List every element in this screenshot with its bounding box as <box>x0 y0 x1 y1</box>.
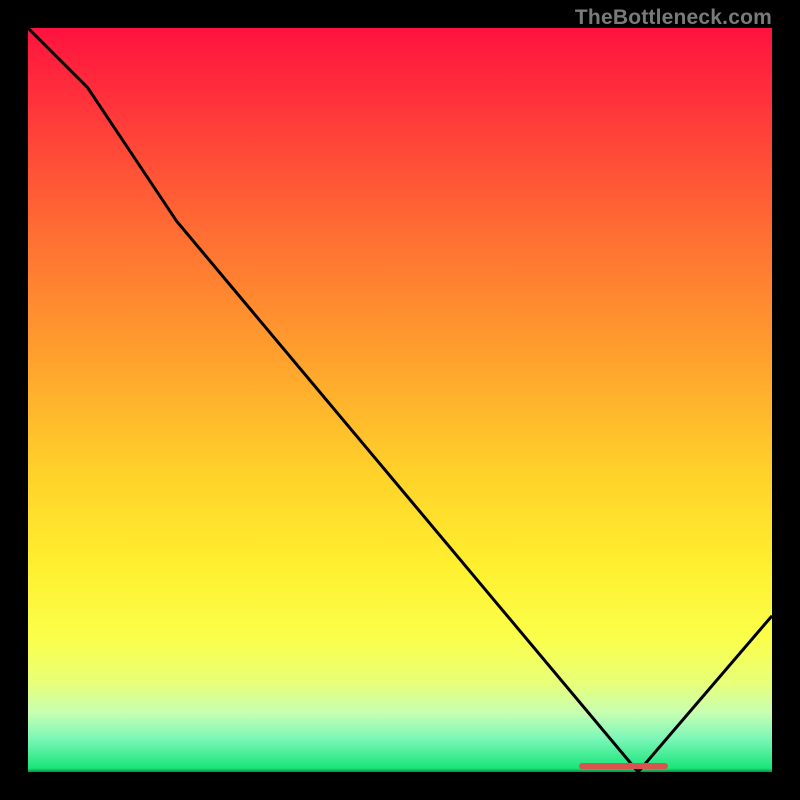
watermark-text: TheBottleneck.com <box>575 6 772 30</box>
chart-container: TheBottleneck.com <box>0 0 800 800</box>
bottleneck-curve-line <box>28 28 772 772</box>
plot-area <box>28 28 772 772</box>
optimal-range-marker <box>579 763 668 769</box>
